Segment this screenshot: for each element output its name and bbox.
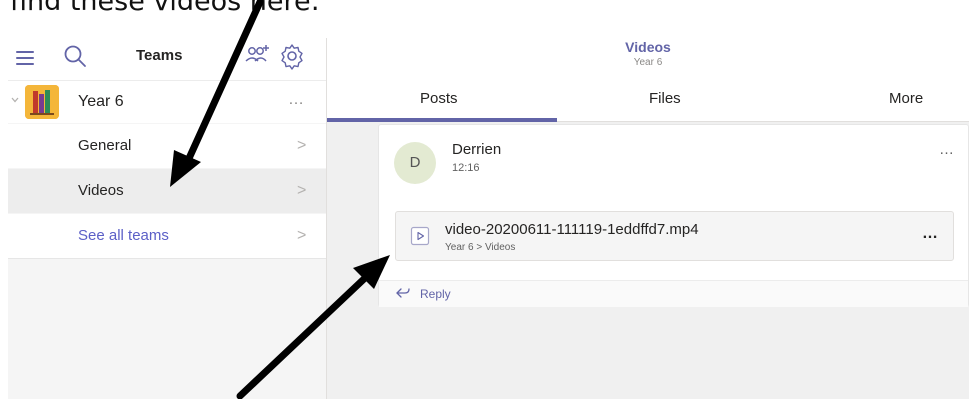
chevron-right-icon: > (297, 182, 307, 199)
tab-more[interactable]: More (889, 90, 923, 107)
channel-label: General (78, 137, 132, 154)
attachment-file-name: video-20200611-111119-1eddffd7.mp4 (445, 221, 699, 238)
reply-label: Reply (420, 287, 451, 301)
teams-sidebar: Teams Year 6 … General > Videos > See al… (8, 38, 326, 399)
channel-subtitle: Year 6 (633, 57, 663, 68)
tab-posts[interactable]: Posts (420, 90, 458, 107)
teams-app-window: Teams Year 6 … General > Videos > See al… (8, 38, 969, 399)
instruction-caption: find these videos here: (10, 0, 320, 17)
active-tab-indicator (327, 118, 557, 122)
tab-files[interactable]: Files (649, 90, 681, 107)
video-attachment[interactable]: video-20200611-111119-1eddffd7.mp4 Year … (395, 211, 954, 261)
team-row-year-6[interactable]: Year 6 … (8, 81, 326, 123)
channel-pane: Videos Year 6 Posts Files More D Derrien… (327, 38, 969, 399)
channel-title: Videos (625, 39, 671, 55)
chevron-right-icon: > (297, 227, 307, 244)
attachment-more-icon[interactable]: … (922, 225, 939, 243)
post-author: Derrien (452, 141, 502, 158)
reply-button[interactable]: Reply (379, 280, 968, 307)
channel-tabs: Posts Files More (327, 80, 969, 122)
post-card: D Derrien 12:16 … video-20200611-111119-… (378, 124, 969, 307)
sidebar-item-general[interactable]: General > (8, 124, 326, 168)
team-more-icon[interactable]: … (288, 91, 305, 109)
chevron-down-icon[interactable] (10, 95, 20, 105)
chevron-right-icon: > (297, 137, 307, 154)
reply-icon (396, 288, 410, 298)
sidebar-header: Teams (8, 38, 326, 81)
attachment-path: Year 6 > Videos (445, 242, 516, 253)
sidebar-empty-area (8, 258, 326, 399)
post-more-icon[interactable]: … (939, 141, 955, 158)
team-people-icon[interactable] (243, 42, 273, 72)
post-timestamp: 12:16 (452, 162, 480, 174)
hamburger-icon[interactable] (14, 46, 38, 70)
team-name: Year 6 (78, 93, 124, 110)
books-icon (25, 85, 59, 119)
sidebar-item-see-all-teams[interactable]: See all teams > (8, 214, 326, 258)
video-file-icon (410, 226, 430, 246)
channel-label: Videos (78, 182, 124, 199)
avatar[interactable]: D (394, 142, 436, 184)
sidebar-title: Teams (136, 47, 183, 64)
team-avatar (25, 85, 59, 119)
search-icon[interactable] (62, 43, 90, 71)
sidebar-item-videos[interactable]: Videos > (8, 169, 326, 213)
see-all-teams-link[interactable]: See all teams (78, 227, 169, 244)
channel-header: Videos Year 6 (327, 38, 969, 80)
gear-icon[interactable] (277, 41, 307, 71)
